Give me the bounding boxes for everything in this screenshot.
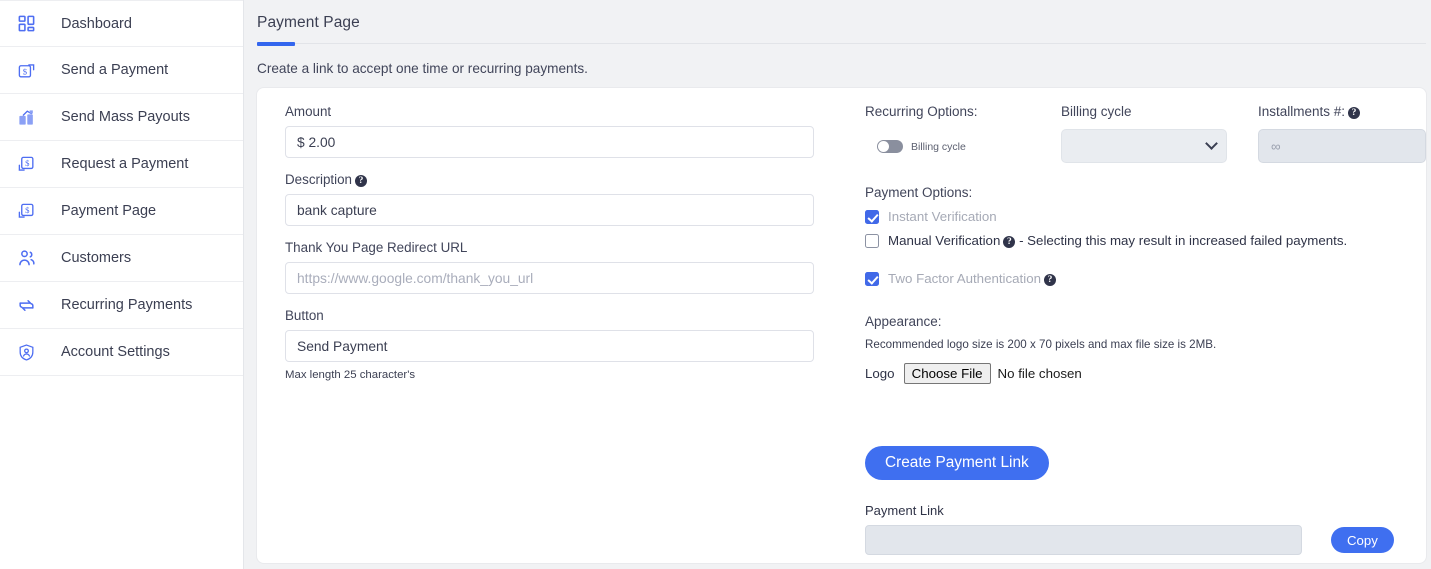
manual-verification-label-text: Manual Verification (888, 233, 1001, 248)
amount-input[interactable] (285, 126, 814, 158)
account-settings-shield-icon (17, 343, 47, 362)
payment-link-input[interactable] (865, 525, 1302, 555)
form-right-column: Recurring Options: Billing cycle Billing… (852, 88, 1431, 563)
appearance-title: Appearance: (865, 314, 942, 329)
form-left-column: Amount Description? Thank You Page Redir… (257, 88, 852, 563)
sidebar-item-label: Customers (61, 250, 132, 266)
no-file-chosen-text: No file chosen (997, 366, 1082, 381)
billing-cycle-label: Billing cycle (1061, 104, 1132, 119)
two-factor-checkbox[interactable] (865, 271, 879, 286)
payment-link-row: Copy (865, 525, 1431, 555)
button-text-label: Button (285, 308, 324, 323)
sidebar-item-dashboard[interactable]: Dashboard (0, 0, 243, 47)
help-icon[interactable]: ? (1348, 107, 1361, 119)
installments-group: Installments #:? (1258, 104, 1431, 163)
help-icon[interactable]: ? (1044, 274, 1056, 286)
billing-cycle-select[interactable] (1061, 129, 1227, 163)
billing-cycle-group: Billing cycle (1061, 104, 1258, 163)
installments-input[interactable] (1258, 129, 1426, 163)
active-tab-underline (257, 41, 1426, 46)
sidebar-item-label: Dashboard (61, 15, 132, 32)
description-input[interactable] (285, 194, 814, 226)
description-field-group: Description? (285, 172, 852, 226)
request-payment-icon: $ (17, 155, 47, 174)
send-payment-icon: $ (17, 61, 47, 80)
sidebar-item-label: Payment Page (61, 203, 157, 219)
recurring-payments-icon (17, 296, 47, 315)
mass-payouts-icon (17, 108, 47, 127)
manual-verification-suffix: - Selecting this may result in increased… (1019, 233, 1348, 248)
two-factor-label-text: Two Factor Authentication (888, 271, 1041, 286)
billing-cycle-toggle[interactable] (877, 140, 903, 153)
billing-cycle-toggle-label: Billing cycle (911, 140, 966, 153)
sidebar-item-label: Request a Payment (61, 156, 189, 172)
help-icon[interactable]: ? (354, 175, 367, 187)
payment-options-title: Payment Options: (865, 185, 973, 200)
sidebar-item-customers[interactable]: Customers (0, 235, 243, 282)
copy-button[interactable]: Copy (1331, 527, 1394, 553)
instant-verification-label: Instant Verification (888, 209, 997, 224)
redirect-url-field-group: Thank You Page Redirect URL (285, 240, 852, 294)
redirect-url-input[interactable] (285, 262, 814, 294)
button-text-input[interactable] (285, 330, 814, 362)
sidebar-item-account-settings[interactable]: Account Settings (0, 329, 243, 376)
dashboard-grid-icon (17, 14, 47, 33)
appearance-note: Recommended logo size is 200 x 70 pixels… (865, 338, 1217, 351)
sidebar-item-label: Recurring Payments (61, 297, 193, 313)
svg-text:$: $ (23, 66, 28, 76)
payment-link-label: Payment Link (865, 503, 944, 518)
sidebar-item-request-a-payment[interactable]: $ Request a Payment (0, 141, 243, 188)
description-label: Description? (285, 172, 852, 187)
instant-verification-row[interactable]: Instant Verification (865, 209, 1431, 224)
main-content: Payment Page Create a link to accept one… (244, 0, 1431, 569)
installments-label-text: Installments #: (1258, 104, 1346, 119)
two-factor-label: Two Factor Authentication? (888, 271, 1056, 286)
svg-text:$: $ (25, 158, 30, 168)
customers-icon (17, 248, 47, 268)
two-factor-row[interactable]: Two Factor Authentication? (865, 271, 1431, 286)
svg-text:$: $ (25, 205, 30, 215)
page-subtitle: Create a link to accept one time or recu… (257, 61, 588, 76)
payment-page-card: Amount Description? Thank You Page Redir… (257, 88, 1426, 563)
sidebar-item-payment-page[interactable]: $ Payment Page (0, 188, 243, 235)
app-root: Dashboard $ Send a Payment Send Mass Pay… (0, 0, 1431, 569)
toggle-knob (878, 141, 889, 152)
logo-label: Logo (865, 366, 895, 381)
recurring-options-group: Recurring Options: Billing cycle (865, 104, 1061, 153)
page-header: Payment Page (244, 0, 1431, 46)
description-label-text: Description (285, 172, 352, 187)
sidebar: Dashboard $ Send a Payment Send Mass Pay… (0, 0, 244, 569)
redirect-url-label: Thank You Page Redirect URL (285, 240, 468, 255)
page-title: Payment Page (257, 14, 360, 31)
amount-field-group: Amount (285, 104, 852, 158)
create-payment-link-button[interactable]: Create Payment Link (865, 446, 1049, 480)
recurring-options-title: Recurring Options: (865, 104, 978, 119)
payment-options-group: Payment Options: Instant Verification Ma… (865, 185, 1431, 286)
logo-upload-row: Logo Choose File No file chosen (865, 363, 1431, 384)
help-icon[interactable]: ? (1003, 236, 1016, 248)
sidebar-item-label: Account Settings (61, 344, 170, 360)
recurring-options-row: Recurring Options: Billing cycle Billing… (865, 104, 1431, 163)
button-text-helper: Max length 25 character's (285, 369, 416, 381)
sidebar-item-recurring-payments[interactable]: Recurring Payments (0, 282, 243, 329)
manual-verification-checkbox[interactable] (865, 233, 879, 248)
choose-file-button[interactable]: Choose File (903, 363, 991, 384)
sidebar-item-label: Send a Payment (61, 62, 169, 78)
sidebar-item-send-a-payment[interactable]: $ Send a Payment (0, 47, 243, 94)
billing-cycle-select-wrapper (1061, 119, 1227, 163)
manual-verification-label: Manual Verification? - Selecting this ma… (888, 233, 1347, 248)
amount-label: Amount (285, 104, 332, 119)
payment-page-icon: $ (17, 202, 47, 221)
appearance-group: Appearance: Recommended logo size is 200… (865, 314, 1431, 384)
button-text-field-group: Button Max length 25 character's (285, 308, 852, 381)
manual-verification-row[interactable]: Manual Verification? - Selecting this ma… (865, 233, 1431, 248)
instant-verification-checkbox[interactable] (865, 209, 879, 224)
installments-label: Installments #:? (1258, 104, 1431, 119)
sidebar-item-label: Send Mass Payouts (61, 109, 190, 125)
billing-cycle-toggle-group[interactable]: Billing cycle (877, 140, 1061, 153)
sidebar-item-send-mass-payouts[interactable]: Send Mass Payouts (0, 94, 243, 141)
